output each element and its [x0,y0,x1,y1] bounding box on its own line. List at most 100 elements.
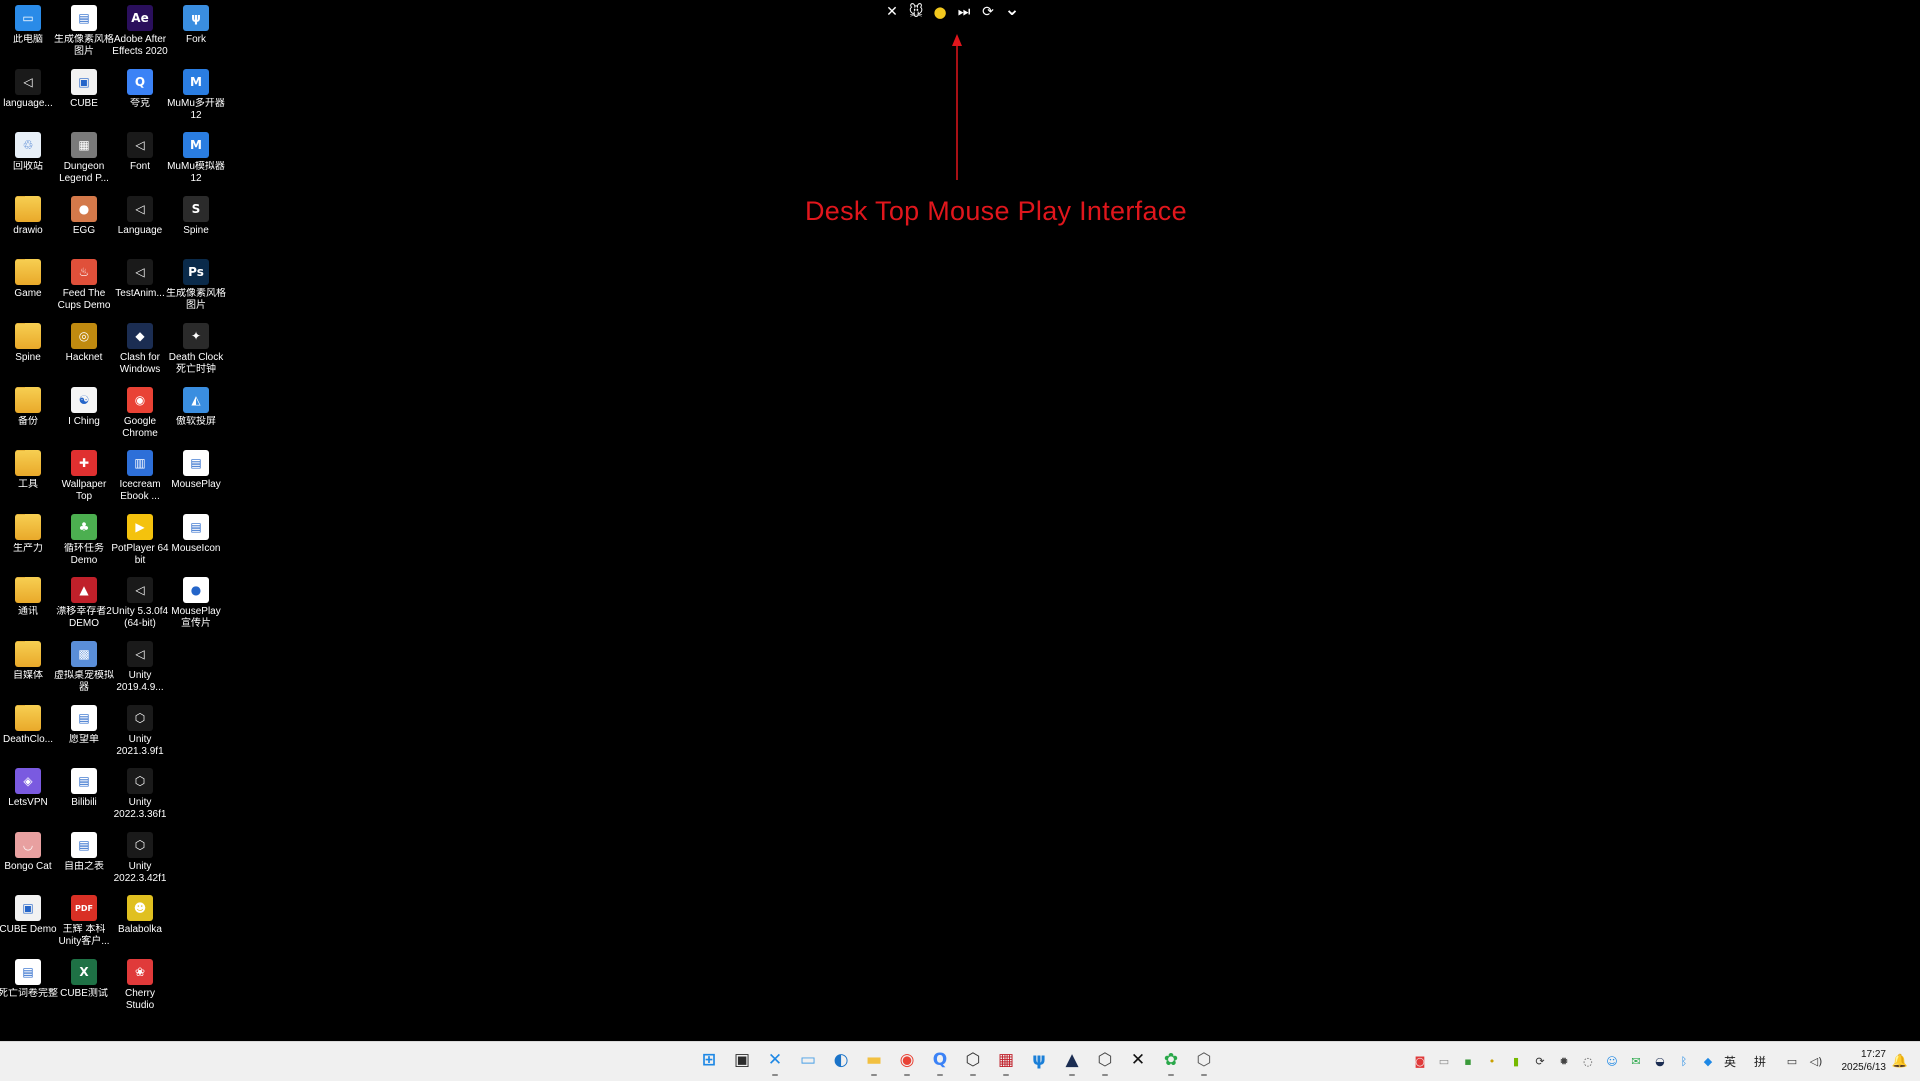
desktop-icon[interactable]: ♲ 回收站 [0,129,56,191]
desktop-icon[interactable]: ◁ TestAnim... [112,256,168,318]
desktop-icon[interactable]: DeathClo... [0,702,56,764]
desktop-icon[interactable]: 自媒体 [0,638,56,700]
desktop-icon[interactable]: ◁ Unity 5.3.0f4 (64-bit) [112,574,168,636]
taskbar-task-view[interactable]: ▣ [730,1048,754,1072]
desktop-icon[interactable]: ▤ 生成像素风格图片 [54,2,114,64]
nvidia-tray-icon[interactable]: ▮ [1508,1054,1524,1070]
sync-tray-icon[interactable]: ⟳ [1532,1054,1548,1070]
taskbar-unity-2[interactable]: ⬡ [1192,1048,1216,1076]
desktop-icon[interactable]: Ps 生成像素风格图片 [166,256,226,318]
steam-tray-icon[interactable]: ◒ [1652,1054,1668,1070]
desktop-icon[interactable]: ◡ Bongo Cat [0,829,56,891]
desktop-icon[interactable]: ✦ Death Clock 死亡时钟 [168,320,224,382]
taskbar-tablet[interactable]: ▭ [796,1048,820,1072]
desktop-icon[interactable]: ❀ Cherry Studio [112,956,168,1018]
chat-tray-icon[interactable]: ▭ [1436,1054,1452,1070]
volume-icon[interactable]: ◁) [1808,1054,1824,1070]
desktop-icon[interactable]: ◆ Clash for Windows [112,320,168,382]
desktop-icon[interactable]: ▲ 漂移幸存者2 DEMO [56,574,112,636]
taskbar-capcut[interactable]: ✕ [1126,1048,1150,1072]
taskbar-wechat-tool[interactable]: ✿ [1159,1048,1183,1076]
desktop-icon[interactable]: ▤ MousePlay [168,447,224,509]
qq-tray-icon[interactable]: ☺ [1604,1054,1620,1070]
desktop-icon[interactable]: ♣ 循环任务 Demo [56,511,112,573]
ime-mode-indicator[interactable]: 拼 [1754,1053,1766,1070]
desktop[interactable]: ▭ 此电脑 ▤ 生成像素风格图片 Ae Adobe After Effects 2020 ψ… [0,0,1920,1041]
wechat-tray-icon[interactable]: ✉ [1628,1054,1644,1070]
taskbar-quark[interactable]: Q [928,1048,952,1076]
desktop-icon[interactable]: ◭ 傲软投屏 [168,384,224,446]
yellow-tray-icon[interactable]: • [1484,1054,1500,1070]
desktop-icon[interactable]: ▩ 虚拟桌宠模拟器 [54,638,114,700]
desktop-icon[interactable]: ◁ Font [112,129,168,191]
taskbar-file-explorer[interactable]: ▬ [862,1048,886,1076]
desktop-icon[interactable]: ☯ I Ching [56,384,112,446]
taskbar-unity[interactable]: ⬡ [1093,1048,1117,1076]
desktop-icon[interactable]: ⬡ Unity 2022.3.42f1 [112,829,168,891]
ime-language-indicator[interactable]: 英 [1724,1053,1736,1070]
monitor-network-icon[interactable]: ▭ [1784,1054,1800,1070]
desktop-icon[interactable]: ψ Fork [168,2,224,64]
desktop-icon[interactable]: M MuMu多开器12 [167,66,225,128]
desktop-icon[interactable]: ▦ Dungeon Legend P... [56,129,112,191]
desktop-icon[interactable]: ✚ Wallpaper Top [56,447,112,509]
desktop-icon[interactable]: ◁ language... [0,66,56,128]
taskbar-start[interactable]: ⊞ [697,1048,721,1072]
shield-icon[interactable]: ◆ [1700,1054,1716,1070]
taskbar-chrome[interactable]: ◉ [895,1048,919,1076]
desktop-icon[interactable]: ▭ 此电脑 [0,2,56,64]
desktop-icon[interactable]: M MuMu模拟器12 [167,129,225,191]
desktop-icon[interactable]: ● EGG [56,193,112,255]
taskbar-vscode[interactable]: ✕ [763,1048,787,1076]
bluetooth-icon[interactable]: ᛒ [1676,1054,1692,1070]
desktop-icon[interactable]: 生产力 [0,511,56,573]
desktop-icon[interactable]: ⬡ Unity 2022.3.36f1 [112,765,168,827]
red-app-tray-icon[interactable]: ◙ [1412,1054,1428,1070]
clock[interactable]: 17:27 2025/6/13 [1842,1048,1887,1074]
desktop-icon[interactable]: Game [0,256,56,318]
taskbar-cat[interactable]: ▲ [1060,1048,1084,1076]
desktop-icon[interactable]: ▶ PotPlayer 64 bit [111,511,169,573]
desktop-icon[interactable]: ▤ Bilibili [56,765,112,827]
desktop-icon[interactable]: ◈ LetsVPN [0,765,56,827]
desktop-icon[interactable]: ▥ Icecream Ebook ... [112,447,168,509]
desktop-icon[interactable]: ♨ Feed The Cups Demo [56,256,112,318]
mouse-character-button[interactable]: 🐭 [906,2,926,22]
eye-hidden-tray-icon[interactable]: ◌ [1580,1054,1596,1070]
desktop-icon[interactable]: ◎ Hacknet [56,320,112,382]
desktop-icon[interactable]: Ae Adobe After Effects 2020 [112,2,168,64]
desktop-icon[interactable]: ◉ Google Chrome [112,384,168,446]
gear-tray-icon[interactable]: ✹ [1556,1054,1572,1070]
desktop-icon[interactable]: ● MousePlay 宣传片 [168,574,224,636]
desktop-icon[interactable]: PDF 王辉 本科 Unity客户... [56,892,112,954]
desktop-icon[interactable]: drawio [0,193,56,255]
desktop-icon[interactable]: S Spine [168,193,224,255]
desktop-icon[interactable]: ◁ Unity 2019.4.9... [112,638,168,700]
desktop-icon[interactable]: ▤ 死亡词卷完整 [0,956,58,1018]
desktop-icon[interactable]: X CUBE测试 [56,956,112,1018]
desktop-icon[interactable]: ☻ Balabolka [112,892,168,954]
desktop-icon[interactable]: 通讯 [0,574,56,636]
desktop-icon[interactable]: ▣ CUBE [56,66,112,128]
desktop-icon[interactable]: 工具 [0,447,56,509]
taskbar-unity-hub[interactable]: ⬡ [961,1048,985,1076]
desktop-icon[interactable]: ▤ 愿望单 [56,702,112,764]
green-app-tray-icon[interactable]: ▪ [1460,1054,1476,1070]
desktop-icon[interactable]: Q 夸克 [112,66,168,128]
desktop-icon[interactable]: Spine [0,320,56,382]
expand-button[interactable]: ⌄ [1002,0,1022,22]
taskbar-edge[interactable]: ◐ [829,1048,853,1072]
taskbar-tools[interactable]: ▦ [994,1048,1018,1076]
taskbar-fork[interactable]: ψ [1027,1048,1051,1072]
next-button[interactable]: ⏭ [954,2,974,22]
desktop-icon[interactable]: 备份 [0,384,56,446]
close-button[interactable]: ✕ [882,2,902,22]
desktop-icon[interactable]: ▣ CUBE Demo [0,892,57,954]
desktop-icon[interactable]: ▤ MouseIcon [168,511,224,573]
desktop-icon[interactable]: ◁ Language [112,193,168,255]
desktop-icon[interactable]: ⬡ Unity 2021.3.9f1 [112,702,168,764]
refresh-button[interactable]: ⟳ [978,2,998,22]
record-button[interactable]: ● [930,2,950,22]
desktop-icon[interactable]: ▤ 自由之表 [56,829,112,891]
bell-icon[interactable]: 🔔 [1892,1054,1908,1069]
